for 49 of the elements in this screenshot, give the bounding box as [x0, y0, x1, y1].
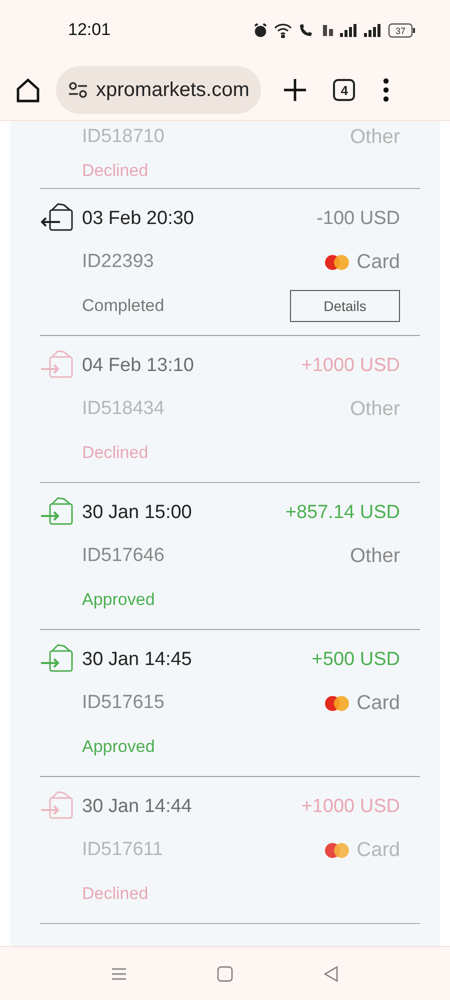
transaction-amount: -100 USD: [316, 208, 400, 230]
back-button[interactable]: [323, 966, 339, 982]
home-button[interactable]: [14, 76, 42, 104]
address-bar[interactable]: xpromarkets.com: [56, 66, 262, 114]
transaction-date: 30 Jan 14:44: [82, 796, 193, 818]
transaction-status: Approved: [82, 590, 156, 610]
transaction-date: 03 Feb 20:30: [82, 208, 195, 230]
wifi-icon: [274, 22, 292, 38]
wallet-out-icon: [40, 202, 74, 232]
wallet-in-icon: [40, 642, 74, 672]
clock-time: 12:01: [68, 20, 112, 40]
recents-button[interactable]: [111, 966, 127, 980]
transaction-status: Approved: [82, 737, 156, 757]
transaction-id: ID518434: [82, 398, 166, 420]
transaction-id: ID517646: [82, 545, 166, 567]
payment-method: Card: [356, 250, 400, 274]
payment-method: Other: [350, 398, 400, 420]
transaction-status: Declined: [82, 884, 150, 904]
transaction-amount: +500 USD: [312, 649, 400, 671]
transaction-status: Completed: [82, 296, 166, 316]
wallet-in-icon: [40, 496, 74, 526]
transaction-id: ID518710: [82, 126, 166, 148]
payment-method: Card: [356, 838, 400, 862]
transaction-id: ID22393: [82, 251, 155, 273]
transaction-amount: +1000 USD: [301, 355, 400, 377]
transaction-amount: +1000 USD: [301, 796, 400, 818]
payment-method: Card: [356, 692, 400, 714]
transaction-date: 30 Jan 14:45: [82, 649, 193, 671]
site-settings-icon: [68, 81, 88, 99]
signal-icon: [340, 23, 358, 37]
payment-method: Other: [350, 126, 400, 148]
wallet-in-icon: [40, 348, 74, 378]
alarm-icon: [253, 22, 268, 38]
transaction-date: 04 Feb 13:10: [82, 355, 195, 377]
payment-method: Other: [350, 544, 400, 568]
details-button[interactable]: Details: [290, 290, 400, 322]
transaction-amount: +857.14 USD: [285, 502, 400, 524]
transaction-id: ID517611: [82, 839, 164, 861]
transaction-date: 30 Jan 15:00: [82, 502, 193, 524]
signal-icon: [364, 23, 382, 37]
home-nav-button[interactable]: [217, 966, 233, 982]
menu-button[interactable]: [383, 78, 390, 102]
transaction-id: ID517615: [82, 692, 166, 714]
wallet-in-icon: [40, 790, 74, 820]
url-text: xpromarkets.com: [96, 78, 250, 102]
transaction-status: Declined: [82, 161, 150, 181]
tab-count-button[interactable]: 4: [333, 79, 356, 101]
transaction-status: Declined: [82, 443, 150, 463]
new-tab-button[interactable]: [283, 78, 308, 102]
